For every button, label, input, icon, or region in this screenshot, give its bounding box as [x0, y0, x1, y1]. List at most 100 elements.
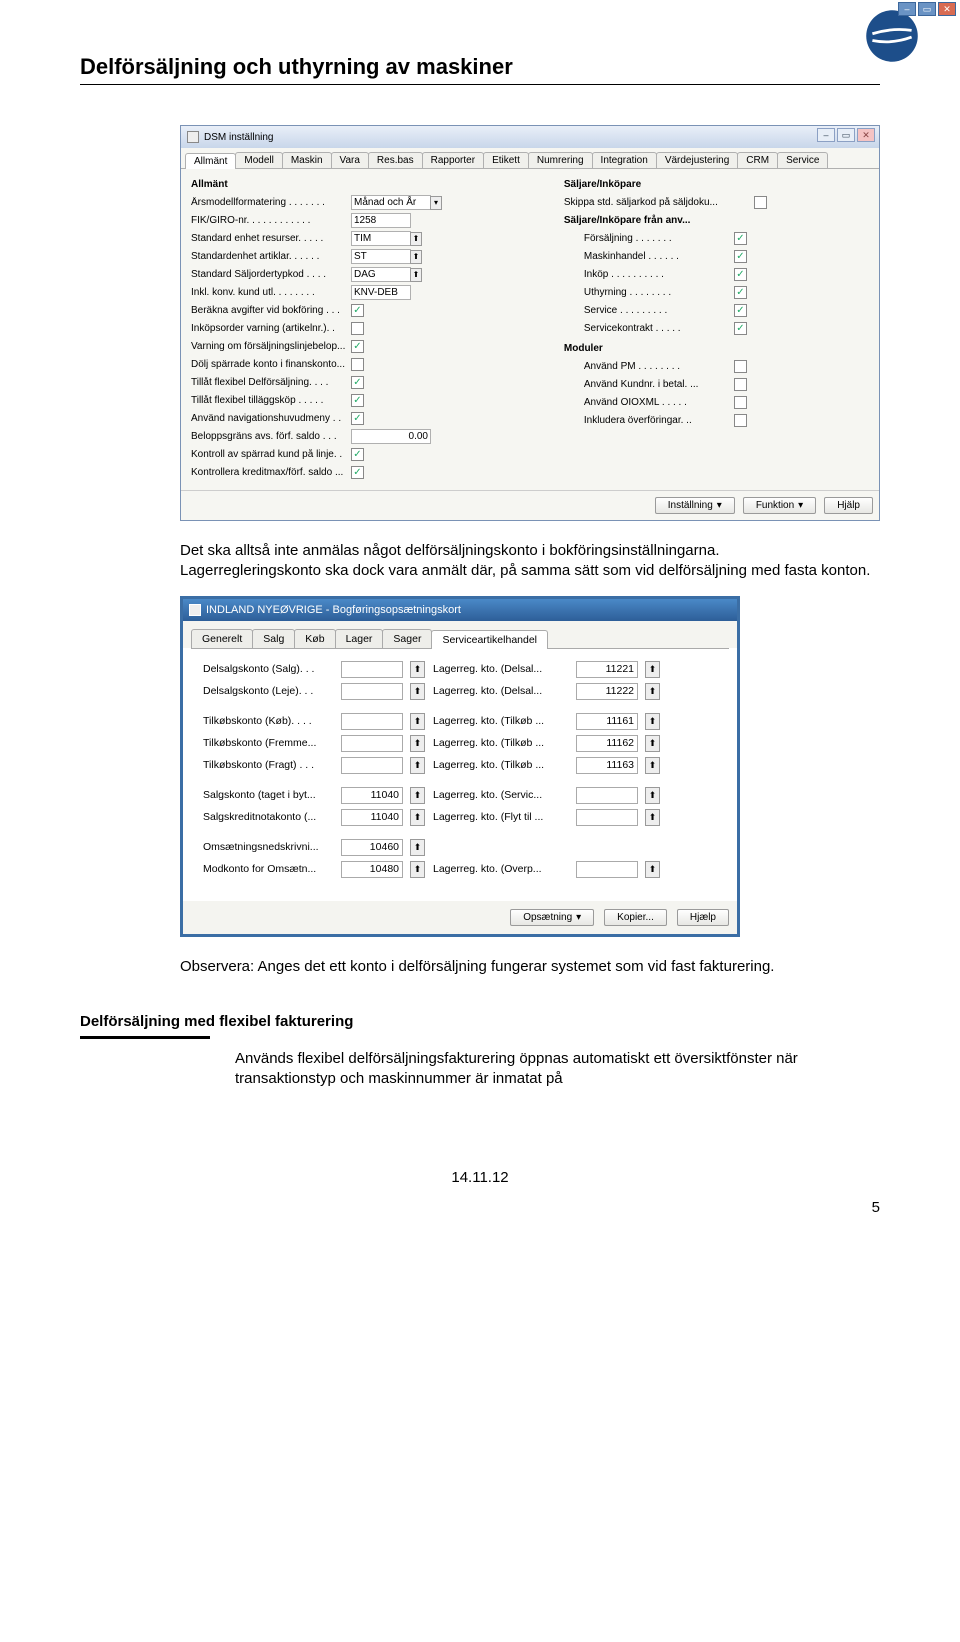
checkbox[interactable]: ✓ [734, 304, 747, 317]
minimize-button[interactable]: ‒ [898, 2, 916, 16]
account-field[interactable] [341, 735, 403, 752]
checkbox[interactable]: ✓ [351, 466, 364, 479]
skip-seller-code-checkbox[interactable] [754, 196, 767, 209]
field-label: Inköp . . . . . . . . . . [584, 269, 734, 280]
tab-värdejustering[interactable]: Värdejustering [656, 152, 738, 168]
minimize-button[interactable]: ‒ [817, 128, 835, 142]
tab-vara[interactable]: Vara [331, 152, 369, 168]
tab-sager[interactable]: Sager [382, 629, 432, 648]
lookup-icon[interactable]: ⬆ [645, 757, 660, 774]
lookup-icon[interactable]: ⬆ [645, 661, 660, 678]
text-field[interactable]: Månad och År [351, 195, 431, 210]
field-label: Använd OIOXML . . . . . [584, 397, 734, 408]
checkbox[interactable]: ✓ [734, 232, 747, 245]
tab-serviceartikelhandel[interactable]: Serviceartikelhandel [431, 630, 548, 649]
text-field[interactable]: KNV-DEB [351, 285, 411, 300]
tab-køb[interactable]: Køb [294, 629, 335, 648]
text-field[interactable]: TIM [351, 231, 411, 246]
close-button[interactable]: ✕ [857, 128, 875, 142]
account-field[interactable]: 11222 [576, 683, 638, 700]
checkbox[interactable]: ✓ [351, 340, 364, 353]
section-heading: Delförsäljning med flexibel fakturering [80, 1013, 880, 1030]
checkbox[interactable]: ✓ [734, 286, 747, 299]
tab-service[interactable]: Service [777, 152, 828, 168]
lookup-icon[interactable]: ⬆ [645, 809, 660, 826]
help-button[interactable]: Hjælp [677, 909, 729, 926]
lookup-icon[interactable]: ⬆ [410, 250, 422, 264]
checkbox[interactable] [734, 414, 747, 427]
account-field[interactable]: 11040 [341, 809, 403, 826]
tab-salg[interactable]: Salg [252, 629, 295, 648]
tab-crm[interactable]: CRM [737, 152, 778, 168]
setup-button[interactable]: Opsætning▾ [510, 909, 594, 926]
account-field[interactable]: 11162 [576, 735, 638, 752]
tab-integration[interactable]: Integration [592, 152, 657, 168]
tab-numrering[interactable]: Numrering [528, 152, 593, 168]
tab-maskin[interactable]: Maskin [282, 152, 332, 168]
dropdown-arrow-icon[interactable]: ▾ [430, 196, 442, 210]
checkbox[interactable]: ✓ [351, 304, 364, 317]
checkbox[interactable]: ✓ [351, 394, 364, 407]
lookup-icon[interactable]: ⬆ [410, 787, 425, 804]
checkbox[interactable] [734, 396, 747, 409]
account-field[interactable]: 11163 [576, 757, 638, 774]
tab-res.bas[interactable]: Res.bas [368, 152, 423, 168]
close-button[interactable]: ✕ [938, 2, 956, 16]
lookup-icon[interactable]: ⬆ [645, 735, 660, 752]
tab-etikett[interactable]: Etikett [483, 152, 529, 168]
checkbox[interactable]: ✓ [351, 448, 364, 461]
tab-modell[interactable]: Modell [235, 152, 282, 168]
tab-rapporter[interactable]: Rapporter [422, 152, 484, 168]
tab-lager[interactable]: Lager [335, 629, 384, 648]
lookup-icon[interactable]: ⬆ [645, 713, 660, 730]
lookup-icon[interactable]: ⬆ [645, 861, 660, 878]
checkbox[interactable]: ✓ [734, 250, 747, 263]
checkbox[interactable]: ✓ [734, 268, 747, 281]
checkbox[interactable] [734, 378, 747, 391]
account-field[interactable] [576, 861, 638, 878]
maximize-button[interactable]: ▭ [837, 128, 855, 142]
checkbox[interactable] [734, 360, 747, 373]
title-rule [80, 84, 880, 85]
maximize-button[interactable]: ▭ [918, 2, 936, 16]
field-label: Lagerreg. kto. (Tilkøb ... [433, 715, 568, 727]
lookup-icon[interactable]: ⬆ [410, 713, 425, 730]
lookup-icon[interactable]: ⬆ [410, 232, 422, 246]
checkbox[interactable] [351, 358, 364, 371]
checkbox[interactable]: ✓ [734, 322, 747, 335]
tab-allmänt[interactable]: Allmänt [185, 153, 236, 169]
lookup-icon[interactable]: ⬆ [410, 268, 422, 282]
account-field[interactable] [576, 809, 638, 826]
tab-generelt[interactable]: Generelt [191, 629, 253, 648]
checkbox[interactable]: ✓ [351, 376, 364, 389]
lookup-icon[interactable]: ⬆ [410, 683, 425, 700]
lookup-icon[interactable]: ⬆ [410, 757, 425, 774]
account-field[interactable]: 11040 [341, 787, 403, 804]
account-field[interactable] [341, 661, 403, 678]
function-button[interactable]: Funktion▾ [743, 497, 816, 514]
checkbox[interactable] [351, 322, 364, 335]
account-field[interactable]: 10480 [341, 861, 403, 878]
account-field[interactable]: 10460 [341, 839, 403, 856]
account-field[interactable] [341, 683, 403, 700]
account-field[interactable]: 11161 [576, 713, 638, 730]
lookup-icon[interactable]: ⬆ [410, 735, 425, 752]
account-field[interactable] [341, 713, 403, 730]
lookup-icon[interactable]: ⬆ [410, 861, 425, 878]
number-field[interactable]: 0.00 [351, 429, 431, 444]
text-field[interactable]: 1258 [351, 213, 411, 228]
lookup-icon[interactable]: ⬆ [645, 683, 660, 700]
account-field[interactable]: 11221 [576, 661, 638, 678]
settings-button[interactable]: Inställning▾ [655, 497, 735, 514]
help-button[interactable]: Hjälp [824, 497, 873, 514]
lookup-icon[interactable]: ⬆ [645, 787, 660, 804]
lookup-icon[interactable]: ⬆ [410, 809, 425, 826]
text-field[interactable]: ST [351, 249, 411, 264]
lookup-icon[interactable]: ⬆ [410, 839, 425, 856]
text-field[interactable]: DAG [351, 267, 411, 282]
account-field[interactable] [341, 757, 403, 774]
checkbox[interactable]: ✓ [351, 412, 364, 425]
account-field[interactable] [576, 787, 638, 804]
copy-button[interactable]: Kopier... [604, 909, 667, 926]
lookup-icon[interactable]: ⬆ [410, 661, 425, 678]
